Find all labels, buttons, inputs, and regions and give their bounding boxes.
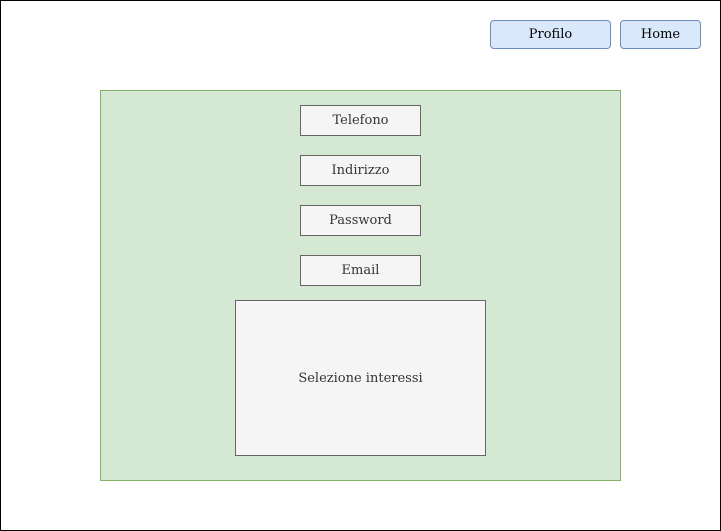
indirizzo-field[interactable]: Indirizzo (300, 155, 421, 186)
profile-button[interactable]: Profilo (490, 20, 611, 49)
interest-selection-box[interactable]: Selezione interessi (235, 300, 486, 456)
home-button[interactable]: Home (620, 20, 701, 49)
password-field[interactable]: Password (300, 205, 421, 236)
email-field[interactable]: Email (300, 255, 421, 286)
telefono-field[interactable]: Telefono (300, 105, 421, 136)
